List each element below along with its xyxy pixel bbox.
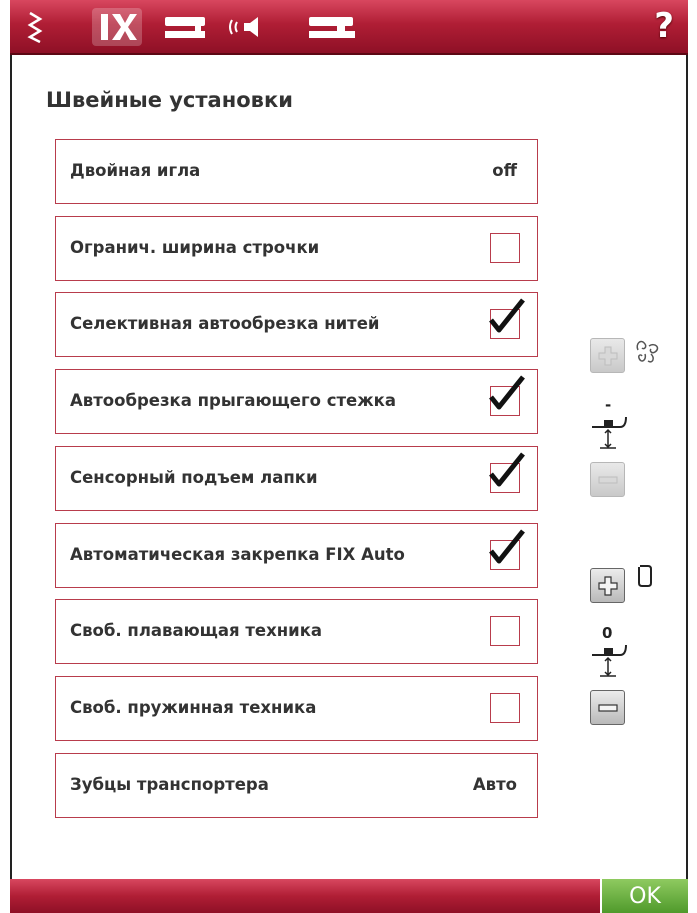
height-decrease-button[interactable] [590,690,625,725]
presser-foot-height-icon [590,643,628,681]
sensor-pressure-icon [633,336,663,370]
setting-label: Автоматическая закрепка FIX Auto [70,545,405,564]
checkbox-checked[interactable] [489,375,525,416]
presser-foot-icon [590,415,628,453]
setting-row[interactable]: Автоматическая закрепка FIX Auto [55,523,538,588]
checkbox-checked[interactable] [489,298,525,339]
setting-row[interactable]: Автообрезка прыгающего стежка [55,369,538,434]
height-value: 0 [602,624,613,642]
setting-row[interactable]: Своб. плавающая техника [55,599,538,664]
checkmark-icon [489,529,525,564]
setting-value[interactable]: Авто [473,754,517,816]
setting-row[interactable]: Сенсорный подъем лапки [55,446,538,511]
setting-row[interactable]: Селективная автообрезка нитей [55,292,538,357]
setting-value[interactable]: off [492,140,517,202]
sewing-machine-icon[interactable] [160,8,210,46]
stitch-icon[interactable] [22,8,48,46]
pressure-value: - [605,396,612,414]
setting-label: Огранич. ширина строчки [70,238,320,257]
page-title: Швейные установки [46,88,293,112]
setting-label: Своб. пружинная техника [70,698,317,717]
settings-fix-icon[interactable] [92,8,142,46]
checkmark-icon [489,452,525,487]
checkmark-icon [489,298,525,333]
checkmark-icon [489,375,525,410]
pressure-decrease-button[interactable] [590,462,625,497]
setting-row[interactable]: Огранич. ширина строчки [55,216,538,281]
checkbox[interactable] [490,616,520,646]
setting-label: Сенсорный подъем лапки [70,468,318,487]
setting-label: Автообрезка прыгающего стежка [70,391,396,410]
setting-label: Селективная автообрезка нитей [70,314,380,333]
checkbox-checked[interactable] [489,529,525,570]
bottom-bar [10,879,600,913]
help-button[interactable]: ? [654,6,674,46]
checkbox[interactable] [490,693,520,723]
setting-row[interactable]: Зубцы транспортера Авто [55,753,538,818]
pressure-increase-button[interactable] [590,338,625,373]
setting-label: Зубцы транспортера [70,775,269,794]
setting-row[interactable]: Своб. пружинная техника [55,676,538,741]
height-increase-button[interactable] [590,568,625,603]
setting-row[interactable]: Двойная игла off [55,139,538,204]
presser-height-icon [635,564,655,592]
setting-label: Своб. плавающая техника [70,621,323,640]
ok-button[interactable]: OK [600,879,688,913]
machine-info-icon[interactable] [305,8,359,46]
sound-icon[interactable] [225,8,273,46]
checkbox[interactable] [490,233,520,263]
setting-label: Двойная игла [70,161,201,180]
checkbox-checked[interactable] [489,452,525,493]
top-toolbar: ? [10,0,688,55]
